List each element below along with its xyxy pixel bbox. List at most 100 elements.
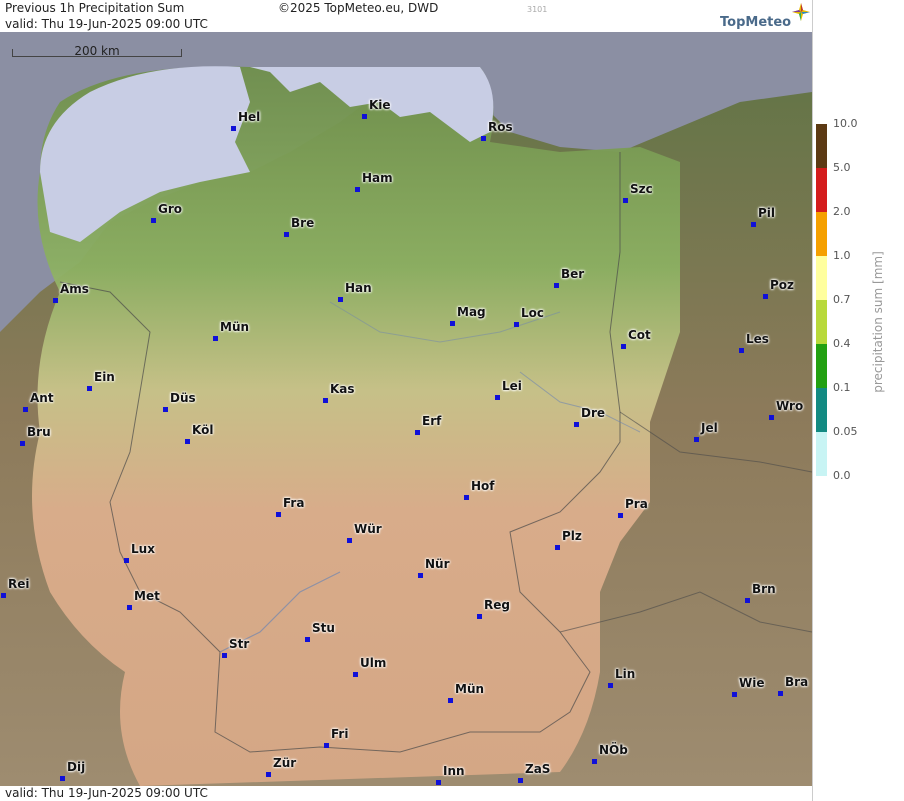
city-dot xyxy=(362,114,367,119)
city-dot xyxy=(323,398,328,403)
city-label: Inn xyxy=(443,764,465,778)
city-dot xyxy=(20,441,25,446)
city-label: Lin xyxy=(615,667,636,681)
run-id: 3101 xyxy=(527,5,548,14)
map-header: Previous 1h Precipitation Sum valid: Thu… xyxy=(0,0,812,32)
city-label: Hel xyxy=(238,110,261,124)
city-label: Ein xyxy=(94,370,115,384)
terrain-map xyxy=(0,32,812,786)
city-label: Mün xyxy=(220,320,250,334)
city-label: Str xyxy=(229,637,250,651)
city-dot xyxy=(623,198,628,203)
city-label: Les xyxy=(746,332,769,346)
legend-value: 5.0 xyxy=(833,161,851,174)
city-dot xyxy=(53,298,58,303)
city-label: Mün xyxy=(455,682,485,696)
city-dot xyxy=(495,395,500,400)
city-label: Hof xyxy=(471,479,495,493)
city-label: Plz xyxy=(562,529,582,543)
city-label: Jel xyxy=(701,421,718,435)
city-label: Ber xyxy=(561,267,585,281)
city-label: Wie xyxy=(739,676,765,690)
city-label: Wür xyxy=(354,522,382,536)
copyright-text: ©2025 TopMeteo.eu, DWD xyxy=(278,1,439,15)
legend-value: 2.0 xyxy=(833,205,851,218)
legend-value: 10.0 xyxy=(833,117,858,130)
city-dot xyxy=(739,348,744,353)
legend-swatch xyxy=(816,300,827,344)
city-label: Köl xyxy=(192,423,214,437)
city-label: Fra xyxy=(283,496,305,510)
city-dot xyxy=(448,698,453,703)
topmeteo-logo[interactable]: TopMeteo xyxy=(720,3,812,31)
city-dot xyxy=(338,297,343,302)
product-title: Previous 1h Precipitation Sum xyxy=(5,1,185,15)
city-label: Mag xyxy=(457,305,486,319)
city-dot xyxy=(127,605,132,610)
city-label: Erf xyxy=(422,414,442,428)
city-label: Ams xyxy=(60,282,89,296)
city-label: Stu xyxy=(312,621,335,635)
legend-swatch xyxy=(816,124,827,168)
city-label: Met xyxy=(134,589,160,603)
legend-swatch xyxy=(816,344,827,388)
city-label: Düs xyxy=(170,391,196,405)
city-label: Wro xyxy=(776,399,804,413)
city-label: Ros xyxy=(488,120,513,134)
city-label: Bru xyxy=(27,425,51,439)
legend-swatch xyxy=(816,168,827,212)
legend-swatch xyxy=(816,388,827,432)
valid-time-top: valid: Thu 19-Jun-2025 09:00 UTC xyxy=(5,17,208,31)
compass-star-icon xyxy=(792,3,810,21)
city-label: Pra xyxy=(625,497,648,511)
legend-color-bar xyxy=(816,124,827,476)
legend-value: 0.05 xyxy=(833,425,858,438)
city-dot xyxy=(347,538,352,543)
city-dot xyxy=(163,407,168,412)
legend-value: 1.0 xyxy=(833,249,851,262)
city-dot xyxy=(554,283,559,288)
city-dot xyxy=(284,232,289,237)
city-dot xyxy=(87,386,92,391)
city-dot xyxy=(231,126,236,131)
legend-value: 0.1 xyxy=(833,381,851,394)
city-label: Loc xyxy=(521,306,545,320)
city-label: Reg xyxy=(484,598,510,612)
scale-bar: 200 km xyxy=(12,44,182,60)
city-label: Han xyxy=(345,281,372,295)
city-dot xyxy=(305,637,310,642)
city-dot xyxy=(415,430,420,435)
city-dot xyxy=(60,776,65,781)
city-label: Cot xyxy=(628,328,651,342)
city-label: Bre xyxy=(291,216,315,230)
city-dot xyxy=(450,321,455,326)
city-dot xyxy=(618,513,623,518)
city-dot xyxy=(477,614,482,619)
city-dot xyxy=(355,187,360,192)
city-dot xyxy=(574,422,579,427)
legend-swatch xyxy=(816,432,827,476)
city-dot xyxy=(23,407,28,412)
precipitation-map[interactable]: 200 km Hel Kie Ros Ham Szc Gro Bre Pil B… xyxy=(0,32,812,786)
city-dot xyxy=(555,545,560,550)
city-dot xyxy=(621,344,626,349)
city-dot xyxy=(481,136,486,141)
city-dot xyxy=(778,691,783,696)
city-label: ZaS xyxy=(525,762,551,776)
city-label: Nür xyxy=(425,557,450,571)
city-dot xyxy=(124,558,129,563)
city-label: NÖb xyxy=(599,743,628,757)
legend-value: 0.4 xyxy=(833,337,851,350)
city-label: Rei xyxy=(8,577,30,591)
city-dot xyxy=(353,672,358,677)
city-dot xyxy=(151,218,156,223)
city-dot xyxy=(592,759,597,764)
legend-value: 0.0 xyxy=(833,469,851,482)
legend-value: 0.7 xyxy=(833,293,851,306)
city-dot xyxy=(464,495,469,500)
scale-label: 200 km xyxy=(74,44,120,58)
city-label: Pil xyxy=(758,206,776,220)
city-dot xyxy=(1,593,6,598)
legend-swatch xyxy=(816,212,827,256)
city-label: Dij xyxy=(67,760,86,774)
